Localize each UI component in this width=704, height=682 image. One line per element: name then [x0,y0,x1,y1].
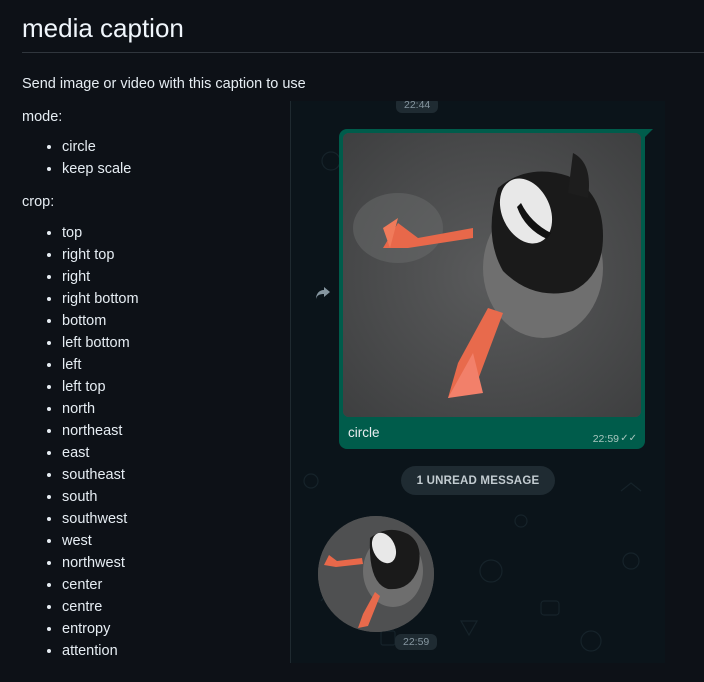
list-item: right bottom [62,288,139,310]
message-photo[interactable] [343,133,641,417]
page-title: media caption [22,13,184,43]
outgoing-message-bubble[interactable]: circle 22:59 ✓✓ [339,129,653,449]
video-note-time: 22:59 [395,634,438,650]
list-item: entropy [62,618,139,640]
list-item: east [62,442,139,464]
crop-list: top right top right right bottom bottom … [22,222,139,662]
list-item: circle [62,136,131,158]
double-check-icon: ✓✓ [620,433,637,444]
bubble-tail [645,129,653,137]
list-item: attention [62,640,139,662]
list-item: bottom [62,310,139,332]
list-item: northeast [62,420,139,442]
puffin-circle-thumbnail [318,516,434,632]
list-item: left bottom [62,332,139,354]
list-item: left top [62,376,139,398]
chat-screenshot: 22:44 circle 22:59 ✓✓ 1 UNREAD MESSAGE 2… [290,101,665,663]
date-time-pill: 22:44 [396,101,439,113]
list-item: left [62,354,139,376]
mode-list: circle keep scale [22,136,131,180]
list-item: keep scale [62,158,131,180]
message-time: 22:59 [592,433,619,445]
list-item: south [62,486,139,508]
puffin-photo [343,133,641,417]
title-divider [22,52,704,53]
list-item: north [62,398,139,420]
list-item: southeast [62,464,139,486]
list-item: northwest [62,552,139,574]
mode-label: mode: [22,109,63,125]
forward-arrow-icon[interactable] [311,281,335,305]
message-caption: circle [348,425,380,440]
intro-text: Send image or video with this caption to… [22,76,306,92]
unread-messages-divider: 1 UNREAD MESSAGE [401,466,555,495]
list-item: centre [62,596,139,618]
list-item: southwest [62,508,139,530]
list-item: center [62,574,139,596]
list-item: top [62,222,139,244]
video-note-circle[interactable] [318,516,434,632]
crop-label: crop: [22,194,55,210]
list-item: right top [62,244,139,266]
list-item: right [62,266,139,288]
list-item: west [62,530,139,552]
